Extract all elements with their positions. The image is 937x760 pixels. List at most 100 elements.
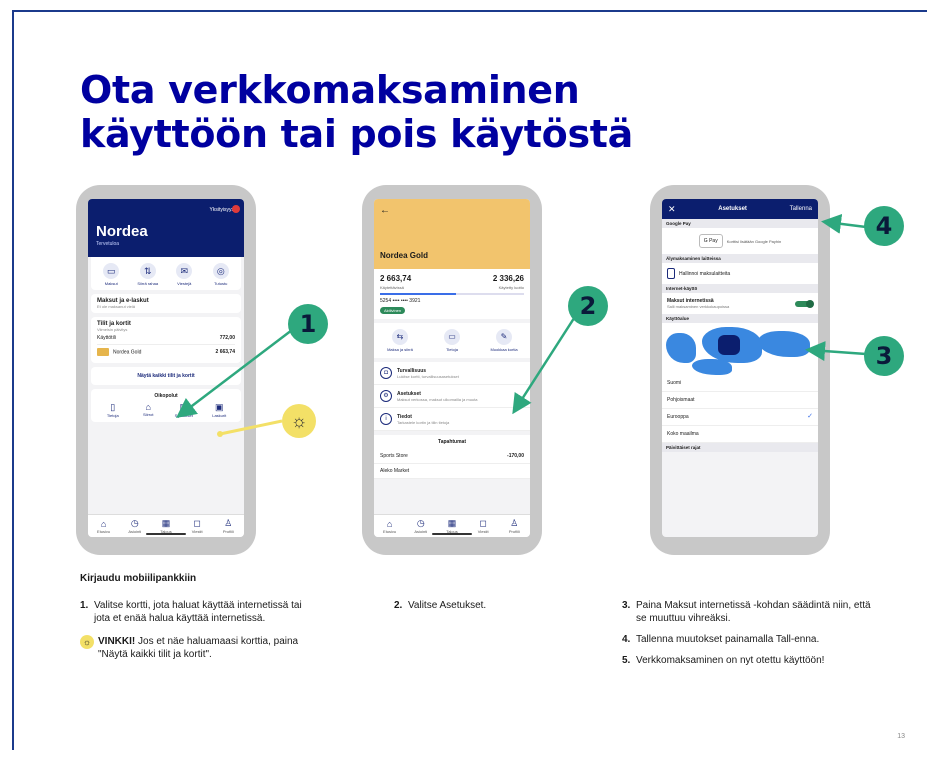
close-icon[interactable]: ✕ [668,204,676,215]
region-option[interactable]: Suomi [662,375,818,392]
used-label: Käytetty luotto [498,285,524,290]
tab-label: Viestit [191,529,203,534]
nordea-logo: Nordea [96,223,148,240]
card-title: Nordea Gold [380,251,429,260]
region-option[interactable]: Pohjoismaat [662,392,818,409]
region-option-selected[interactable]: Eurooppa ✓ [662,409,818,426]
google-pay-header: Google Pay [662,219,818,228]
quick-action-messages[interactable]: ✉ Viestejä [170,263,198,286]
event-row[interactable]: Aleko Market [374,464,530,479]
clock-icon: ◷ [416,518,425,528]
gold-card-icon [97,348,109,356]
edit-card-button[interactable]: ✎ Muokkaa kortia [484,329,524,352]
back-arrow-icon[interactable]: ← [380,205,390,216]
tab-messages[interactable]: ◻ Viestit [471,518,495,534]
tab-home[interactable]: ⌂ Etusivu [378,519,402,534]
shortcut-item[interactable]: ▣ Laskurit [206,402,232,418]
privacy-label[interactable]: Yksityisyys [210,207,234,213]
tab-services[interactable]: ◷ Asiointi [123,518,147,534]
account-row[interactable]: Käyttötili 772,00 [97,332,235,345]
tab-label: Asiointi [414,529,428,534]
google-pay-button[interactable]: G Pay [698,234,723,248]
shortcut-item[interactable]: ▯ Tietoja [100,402,126,418]
region-option[interactable]: Koko maailma [662,426,818,443]
internet-payments-toggle[interactable] [795,299,814,308]
callout-1: 1 [288,304,328,344]
show-all-accounts-link[interactable]: Näytä kaikki tilit ja kortit [91,367,241,385]
transfer-icon: ⇅ [139,263,156,279]
shortcut-item[interactable]: ▥ Sijoitukset [171,402,197,418]
wearables-row[interactable]: Hallinnoi maksulaitteita [662,263,818,284]
transfer-icon: ⇆ [392,329,408,345]
region-label: Pohjoismaat [667,397,695,403]
tab-profile[interactable]: ♙ Profiili [216,518,240,534]
home-indicator [146,533,186,535]
clock-icon: ◷ [130,518,139,528]
card-header: ← Nordea Gold [374,199,530,269]
menu-security[interactable]: ◘ Turvallisuus Lukitse kortti, turvallisuu… [374,362,530,385]
phone-1: Yksityisyys Nordea Tervetuloa ▭ Maksut ⇅ S… [76,185,256,555]
internet-payments-row: Maksut internetissä Salli maksaminen ver… [662,293,818,314]
pencil-icon: ✎ [496,329,512,345]
tab-finance[interactable]: ▦ Talous [154,518,178,534]
watch-icon [667,268,675,279]
region-label: Eurooppa [667,414,689,420]
quick-action-label: Viestejä [177,281,192,286]
google-pay-text: Korttisi lisätään Google Payhin [726,238,782,244]
card-icon: ▭ [103,263,120,279]
shortcuts: Oikopolut ▯ Tietoja ⌂ Siirrot ▥ Sijoitukset… [91,389,241,422]
header-subtitle: Tervetuloa [96,241,120,247]
checkmark-icon: ✓ [807,413,813,420]
chart-icon: ▥ [179,402,188,412]
tab-messages[interactable]: ◻ Viestit [185,518,209,534]
quick-action-payments[interactable]: ▭ Maksut [97,263,125,286]
account-row-gold[interactable]: Nordea Gold 2 663,74 [97,345,235,359]
nordea-header: Yksityisyys Nordea Tervetuloa [88,199,244,257]
card-actions: ⇆ Maksa ja siirrä ▭ Tietoja ✎ Muokkaa korti… [374,323,530,358]
internet-header: Internet-käyttö [662,284,818,293]
step-text: Verkkomaksaminen on nyt otettu käyttöön! [636,655,825,666]
person-icon: ♙ [224,518,233,528]
tab-label: Etusivu [383,528,397,534]
phone-3-screen: ✕ Asetukset Tallenna Google Pay G Pay Ko… [662,199,818,537]
menu-info[interactable]: i Tiedot Tarkastele kortin ja tilin tietoj… [374,408,530,431]
shortcut-label: Siirrot [143,412,154,417]
limits-header: Päivittäiset rajat [662,443,818,452]
tab-home[interactable]: ⌂ Etusivu [92,519,116,534]
used-credit: 2 336,26 [492,274,524,283]
shortcut-item[interactable]: ⌂ Siirrot [135,402,161,418]
pay-transfer-button[interactable]: ⇆ Maksa ja siirrä [380,329,420,352]
map-europe [718,335,740,355]
tab-profile[interactable]: ♙ Profiili [502,518,526,534]
column-2-text: 2. Valitse Asetukset. [394,599,594,620]
settings-title: Asetukset [718,206,747,212]
quick-action-explore[interactable]: ◎ Tutustu [207,263,235,286]
region-label: Koko maailma [667,431,699,437]
quick-actions: ▭ Maksut ⇅ Siirrä rahaa ✉ Viestejä ◎ Tutustu [91,257,241,290]
step-4: 4. Tallenna muutokset painamalla Tall-enn… [622,633,882,646]
bank-icon: ⌂ [145,402,151,412]
tab-label: Profiili [222,529,234,534]
event-row[interactable]: Sports Store -170,00 [374,449,530,464]
person-icon: ♙ [510,518,519,528]
details-button[interactable]: ▭ Tietoja [432,329,472,352]
quick-action-transfer[interactable]: ⇅ Siirrä rahaa [134,263,162,286]
callout-2: 2 [568,286,608,326]
step-3: 3. Paina Maksut internetissä -kohdan sääd… [622,599,882,625]
available-label: Käytettävissä [380,285,404,290]
shortcut-label: Sijoitukset [174,413,193,418]
menu-settings[interactable]: ⚙ Asetukset Maksut verkossa, maksut ulkoma… [374,385,530,408]
tip-label: VINKKI! [98,636,136,647]
balances: 2 663,74 2 336,26 Käytettävissä Käytetty… [374,269,530,319]
tab-services[interactable]: ◷ Asiointi [409,518,433,534]
save-button[interactable]: Tallenna [790,206,812,212]
step-number: 5. [622,655,631,666]
payments-card[interactable]: Maksut ja e-laskut Et ole maksanut vielä [91,294,241,313]
settings-header: ✕ Asetukset Tallenna [662,199,818,219]
chat-icon: ✉ [176,263,193,279]
account-balance: 2 663,74 [215,349,235,355]
card-menu: ◘ Turvallisuus Lukitse kortti, turvallisuu… [374,362,530,431]
column-1-text: Kirjaudu mobiilipankkiin 1. Valitse kortt… [80,572,320,661]
tab-finance[interactable]: ▦ Talous [440,518,464,534]
internet-payments-subtitle: Salli maksaminen verkkokaupoissa [667,304,730,309]
